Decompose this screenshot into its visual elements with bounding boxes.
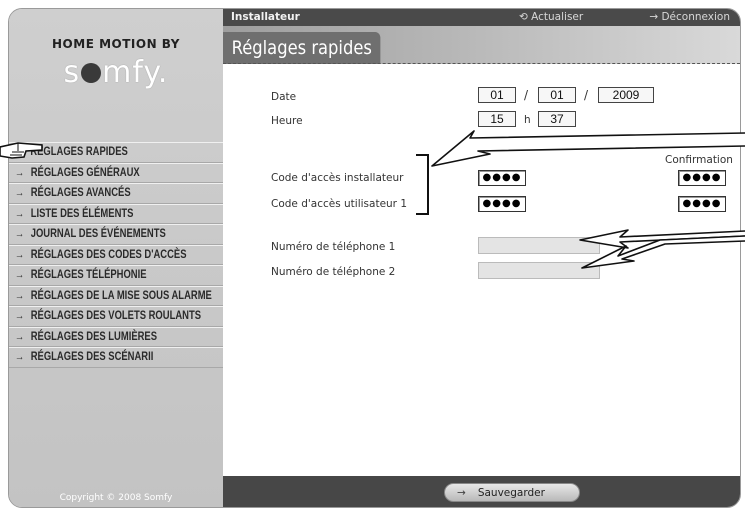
date-day-input[interactable]: 01 <box>478 87 516 103</box>
app-window: HOME MOTION BY s mfy. RÉGLAGES RAPIDES → R… <box>8 8 741 508</box>
somfy-logo: s mfy. <box>9 55 223 90</box>
code-user1-input[interactable]: ●●●● <box>478 196 526 212</box>
refresh-label: Actualiser <box>531 11 584 23</box>
date-separator: / <box>584 88 589 102</box>
code-installer-confirm-input[interactable]: ●●●● <box>678 170 726 186</box>
sidebar-item-liste-elements[interactable]: → LISTE DES ÉLÉMENTS <box>9 203 224 224</box>
confirmation-header: Confirmation <box>665 154 733 166</box>
sidebar-item-volets-roulants[interactable]: → RÉGLAGES DES VOLETS ROULANTS <box>9 306 224 327</box>
sidebar-item-label: RÉGLAGES DES LUMIÈRES <box>30 330 158 343</box>
arrow-right-icon: → <box>14 187 25 200</box>
sidebar-item-scenarii[interactable]: → RÉGLAGES DES SCÉNARII <box>9 347 224 368</box>
sidebar-item-label: LISTE DES ÉLÉMENTS <box>30 207 134 220</box>
main-content: Date 01 / 01 / 2009 Heure 15 h 37 Confir… <box>223 64 740 478</box>
arrow-right-icon: → <box>457 486 466 499</box>
sidebar-item-label: RÉGLAGES DES SCÉNARII <box>30 351 154 364</box>
sidebar-item-label: RÉGLAGES DES VOLETS ROULANTS <box>30 310 202 323</box>
arrow-right-icon: → <box>14 166 25 179</box>
code-user1-label: Code d'accès utilisateur 1 <box>271 198 408 210</box>
sidebar-item-label: RÉGLAGES RAPIDES <box>30 146 128 159</box>
phone2-input[interactable] <box>478 262 600 279</box>
arrow-right-icon: → <box>14 228 25 241</box>
copyright-text: Copyright © 2008 Somfy <box>59 493 173 503</box>
sidebar-menu: RÉGLAGES RAPIDES → RÉGLAGES GÉNÉRAUX → RÉG… <box>9 142 224 368</box>
footer-bar: → Sauvegarder <box>223 476 740 507</box>
time-minute-input[interactable]: 37 <box>538 111 576 127</box>
time-label: Heure <box>271 115 303 127</box>
header-band: Réglages rapides <box>223 26 740 64</box>
date-separator: / <box>524 88 529 102</box>
brand-tagline: HOME MOTION BY <box>52 37 180 51</box>
sidebar-item-journal-evenements[interactable]: → JOURNAL DES ÉVÉNEMENTS <box>9 224 224 245</box>
code-user1-confirm-input[interactable]: ●●●● <box>678 196 726 212</box>
time-hour-input[interactable]: 15 <box>478 111 516 127</box>
sidebar-item-label: RÉGLAGES DES CODES D'ACCÈS <box>30 248 187 261</box>
sidebar-item-reglages-avances[interactable]: → RÉGLAGES AVANCÉS <box>9 183 224 204</box>
sidebar-item-label: JOURNAL DES ÉVÉNEMENTS <box>30 228 166 241</box>
logo-dot <box>81 63 102 83</box>
refresh-icon: ⟲ <box>519 11 532 23</box>
arrow-right-icon: → <box>14 330 25 343</box>
time-separator: h <box>524 114 531 126</box>
arrow-right-icon: → <box>649 11 662 23</box>
logout-link[interactable]: → Déconnexion <box>649 11 730 23</box>
sidebar-item-label: RÉGLAGES TÉLÉPHONIE <box>30 269 147 282</box>
logo-letter-s: s <box>63 55 81 90</box>
sidebar: HOME MOTION BY s mfy. RÉGLAGES RAPIDES → R… <box>9 9 224 507</box>
sidebar-item-lumieres[interactable]: → RÉGLAGES DES LUMIÈRES <box>9 326 224 347</box>
sidebar-item-codes-acces[interactable]: → RÉGLAGES DES CODES D'ACCÈS <box>9 244 224 265</box>
logo-mark: . <box>157 55 169 90</box>
page-title: Réglages rapides <box>223 32 381 64</box>
sidebar-item-reglages-rapides[interactable]: RÉGLAGES RAPIDES <box>9 142 224 163</box>
save-button-label: Sauvegarder <box>477 486 545 499</box>
refresh-link[interactable]: ⟲ Actualiser <box>519 11 583 23</box>
logout-label: Déconnexion <box>661 11 730 23</box>
sidebar-item-mise-sous-alarme[interactable]: → RÉGLAGES DE LA MISE SOUS ALARME <box>9 285 224 306</box>
sidebar-item-label: RÉGLAGES DE LA MISE SOUS ALARME <box>30 289 212 302</box>
save-button[interactable]: → Sauvegarder <box>444 483 580 502</box>
arrow-right-icon: → <box>14 248 25 261</box>
date-month-input[interactable]: 01 <box>538 87 576 103</box>
sidebar-item-telephonie[interactable]: → RÉGLAGES TÉLÉPHONIE <box>9 265 224 286</box>
user-role-title: Installateur <box>231 11 300 23</box>
arrow-right-icon: → <box>14 269 25 282</box>
arrow-right-icon: → <box>14 310 25 323</box>
arrow-right-icon: → <box>14 351 25 364</box>
date-label: Date <box>271 91 297 103</box>
phone1-label: Numéro de téléphone 1 <box>271 241 396 253</box>
top-bar: Installateur ⟲ Actualiser → Déconnexion <box>223 9 740 26</box>
arrow-right-icon: → <box>14 289 25 302</box>
sidebar-item-reglages-generaux[interactable]: → RÉGLAGES GÉNÉRAUX <box>9 162 224 183</box>
logo-rest: mfy <box>102 55 158 90</box>
date-year-input[interactable]: 2009 <box>598 87 654 103</box>
arrow-right-icon: → <box>14 207 25 220</box>
code-installer-input[interactable]: ●●●● <box>478 170 526 186</box>
code-installer-label: Code d'accès installateur <box>271 172 404 184</box>
sidebar-item-label: RÉGLAGES AVANCÉS <box>30 187 131 200</box>
phone1-input[interactable] <box>478 237 600 254</box>
phone2-label: Numéro de téléphone 2 <box>271 266 396 278</box>
sidebar-item-label: RÉGLAGES GÉNÉRAUX <box>30 166 140 179</box>
